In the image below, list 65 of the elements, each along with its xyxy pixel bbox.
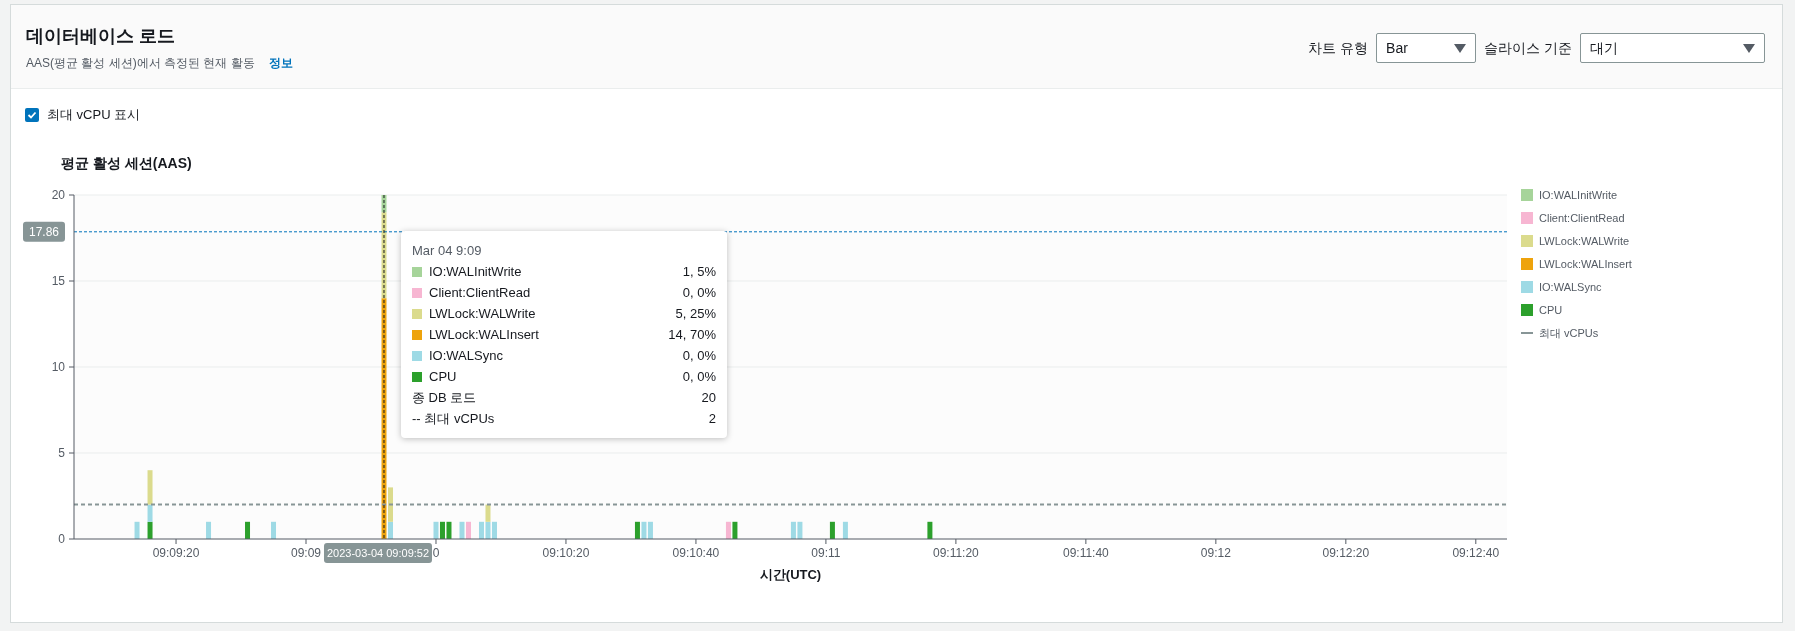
x-tick-label: 09:12:20 bbox=[1322, 545, 1370, 560]
y-tick-label: 0 bbox=[58, 531, 65, 546]
dropdown[interactable]: 대기 bbox=[1580, 33, 1765, 63]
tooltip-value: 0, 0% bbox=[682, 368, 716, 387]
y-tick-label: 15 bbox=[51, 273, 65, 288]
check-icon bbox=[27, 109, 37, 120]
crosshair-value-label: 17.86 bbox=[23, 221, 65, 242]
bar-segment bbox=[829, 521, 835, 539]
legend-label: LWLock:WALWrite bbox=[1539, 233, 1630, 249]
bar-segment bbox=[206, 521, 212, 539]
dropdown[interactable]: Bar bbox=[1376, 33, 1477, 63]
caret-icon bbox=[1454, 43, 1467, 53]
chart-title: 평균 활성 세션(AAS) bbox=[61, 154, 192, 171]
legend-label: IO:WALSync bbox=[1539, 279, 1602, 295]
legend-label: Client:ClientRead bbox=[1539, 210, 1625, 226]
x-tick-label: 0 bbox=[432, 545, 440, 560]
dashed-line-icon bbox=[1521, 332, 1533, 334]
y-tick-label: 10 bbox=[51, 359, 65, 374]
tooltip-value: 20 bbox=[701, 389, 716, 408]
tooltip-label: -- 최대 vCPUs bbox=[412, 410, 495, 429]
tooltip-label: CPU bbox=[429, 368, 457, 387]
tooltip-label: LWLock:WALInsert bbox=[429, 326, 539, 345]
caret-icon bbox=[1743, 43, 1755, 53]
legend-label: 최대 vCPUs bbox=[1539, 325, 1599, 341]
bar-segment bbox=[134, 521, 140, 539]
x-tick-label: 09:12:40 bbox=[1452, 545, 1500, 560]
x-tick-label: 09:11 bbox=[811, 545, 841, 560]
tooltip-label: IO:WALSync bbox=[429, 347, 503, 366]
bar-segment bbox=[927, 521, 933, 539]
y-tick-label: 20 bbox=[51, 187, 65, 202]
crosshair-time-label: 2023-03-04 09:09:52 bbox=[324, 542, 432, 563]
checkbox[interactable] bbox=[25, 107, 39, 122]
panel-title: 데이터베이스 로드 bbox=[26, 25, 176, 48]
bar-segment bbox=[245, 521, 250, 539]
x-tick-label: 09:09:20 bbox=[152, 545, 200, 560]
legend-label: CPU bbox=[1539, 302, 1563, 318]
x-axis-title: 시간(UTC) bbox=[759, 566, 822, 582]
checkbox-label: 최대 vCPU 표시 bbox=[47, 106, 141, 124]
tooltip-label: 종 DB 로드 bbox=[412, 389, 477, 408]
tooltip-title: Mar 04 9:09 bbox=[412, 241, 483, 260]
tooltip-value: 14, 70% bbox=[668, 326, 716, 345]
x-tick-label: 09:11:20 bbox=[933, 545, 979, 560]
tooltip-label: LWLock:WALWrite bbox=[429, 305, 536, 324]
tooltip-value: 5, 25% bbox=[675, 305, 716, 324]
ref-line-label: 17.86 bbox=[28, 224, 60, 239]
y-tick-label: 5 bbox=[58, 445, 65, 460]
panel-subtitle: AAS(평균 활성 세션)에서 측정된 현재 활동 bbox=[26, 55, 255, 72]
legend-label: LWLock:WALInsert bbox=[1539, 256, 1632, 272]
tooltip-label: IO:WALInitWrite bbox=[429, 263, 522, 282]
bar-segment bbox=[271, 521, 276, 539]
tooltip-value: 1, 5% bbox=[682, 263, 716, 282]
tooltip-value: 0, 0% bbox=[682, 347, 716, 366]
bar-segment bbox=[842, 521, 848, 539]
control-label: 슬라이스 기준 bbox=[1484, 38, 1572, 58]
tooltip-label: Client:ClientRead bbox=[429, 284, 531, 303]
info-link[interactable]: 정보 bbox=[268, 54, 293, 72]
control-label: 차트 유형 bbox=[1308, 38, 1369, 58]
legend-label: IO:WALInitWrite bbox=[1539, 187, 1618, 203]
tooltip-value: 2 bbox=[708, 410, 716, 429]
x-tick-label: 09:11:40 bbox=[1062, 545, 1109, 560]
x-tick-label: 09:10:40 bbox=[672, 545, 720, 560]
x-tick-label: 09:09 bbox=[291, 545, 322, 560]
tooltip-value: 0, 0% bbox=[682, 284, 716, 303]
x-tick-label: 09:12 bbox=[1200, 545, 1231, 560]
x-tick-label: 09:10:20 bbox=[542, 545, 590, 560]
